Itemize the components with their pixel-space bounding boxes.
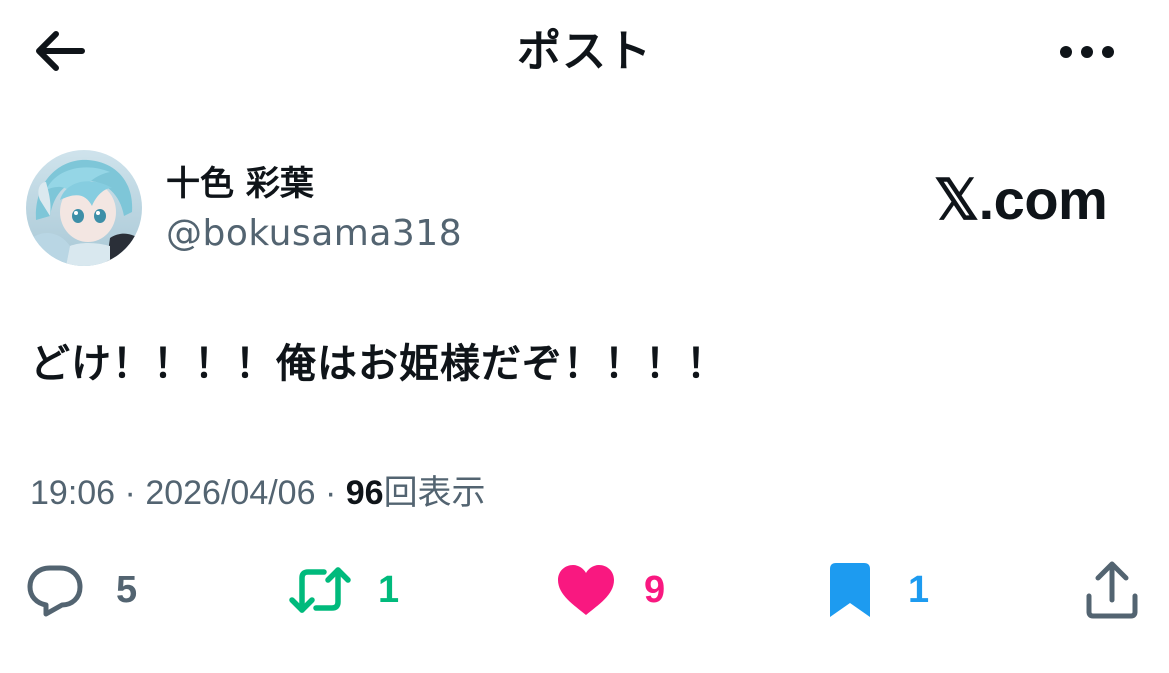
avatar[interactable] xyxy=(26,150,142,266)
repost-icon xyxy=(289,567,351,613)
views-count: 96 xyxy=(345,474,384,512)
meta-separator: · xyxy=(324,474,337,512)
reply-button[interactable]: 5 xyxy=(26,558,137,622)
reply-count: 5 xyxy=(116,569,138,611)
repost-count: 1 xyxy=(378,569,400,611)
brand-watermark: 𝕏.com xyxy=(934,168,1108,231)
reply-icon xyxy=(27,565,83,617)
post-time[interactable]: 19:06 xyxy=(30,474,115,512)
more-button[interactable] xyxy=(1052,38,1122,66)
post-date[interactable]: 2026/04/06 xyxy=(145,474,315,512)
author-handle[interactable]: @bokusama318 xyxy=(166,212,462,256)
bookmark-count: 1 xyxy=(908,569,930,611)
like-button[interactable]: 9 xyxy=(556,558,665,622)
more-horizontal-icon xyxy=(1060,46,1114,58)
heart-icon xyxy=(558,565,614,615)
post-meta: 19:06 · 2026/04/06 · 96回表示 xyxy=(30,470,486,516)
repost-button[interactable]: 1 xyxy=(288,558,399,622)
share-icon xyxy=(1086,561,1138,619)
author-display-name[interactable]: 十色 彩葉 xyxy=(166,162,314,206)
bookmark-button[interactable]: 1 xyxy=(824,558,929,622)
meta-separator: · xyxy=(124,474,136,512)
views-label: 回表示 xyxy=(383,473,486,513)
avatar-image xyxy=(26,150,142,266)
post-text: どけ！！！！俺はお姫様だぞ！！！！ xyxy=(30,341,727,387)
share-button[interactable] xyxy=(1084,558,1140,622)
like-count: 9 xyxy=(644,569,666,611)
page-title: ポスト xyxy=(517,26,652,77)
bookmark-icon xyxy=(830,563,870,617)
